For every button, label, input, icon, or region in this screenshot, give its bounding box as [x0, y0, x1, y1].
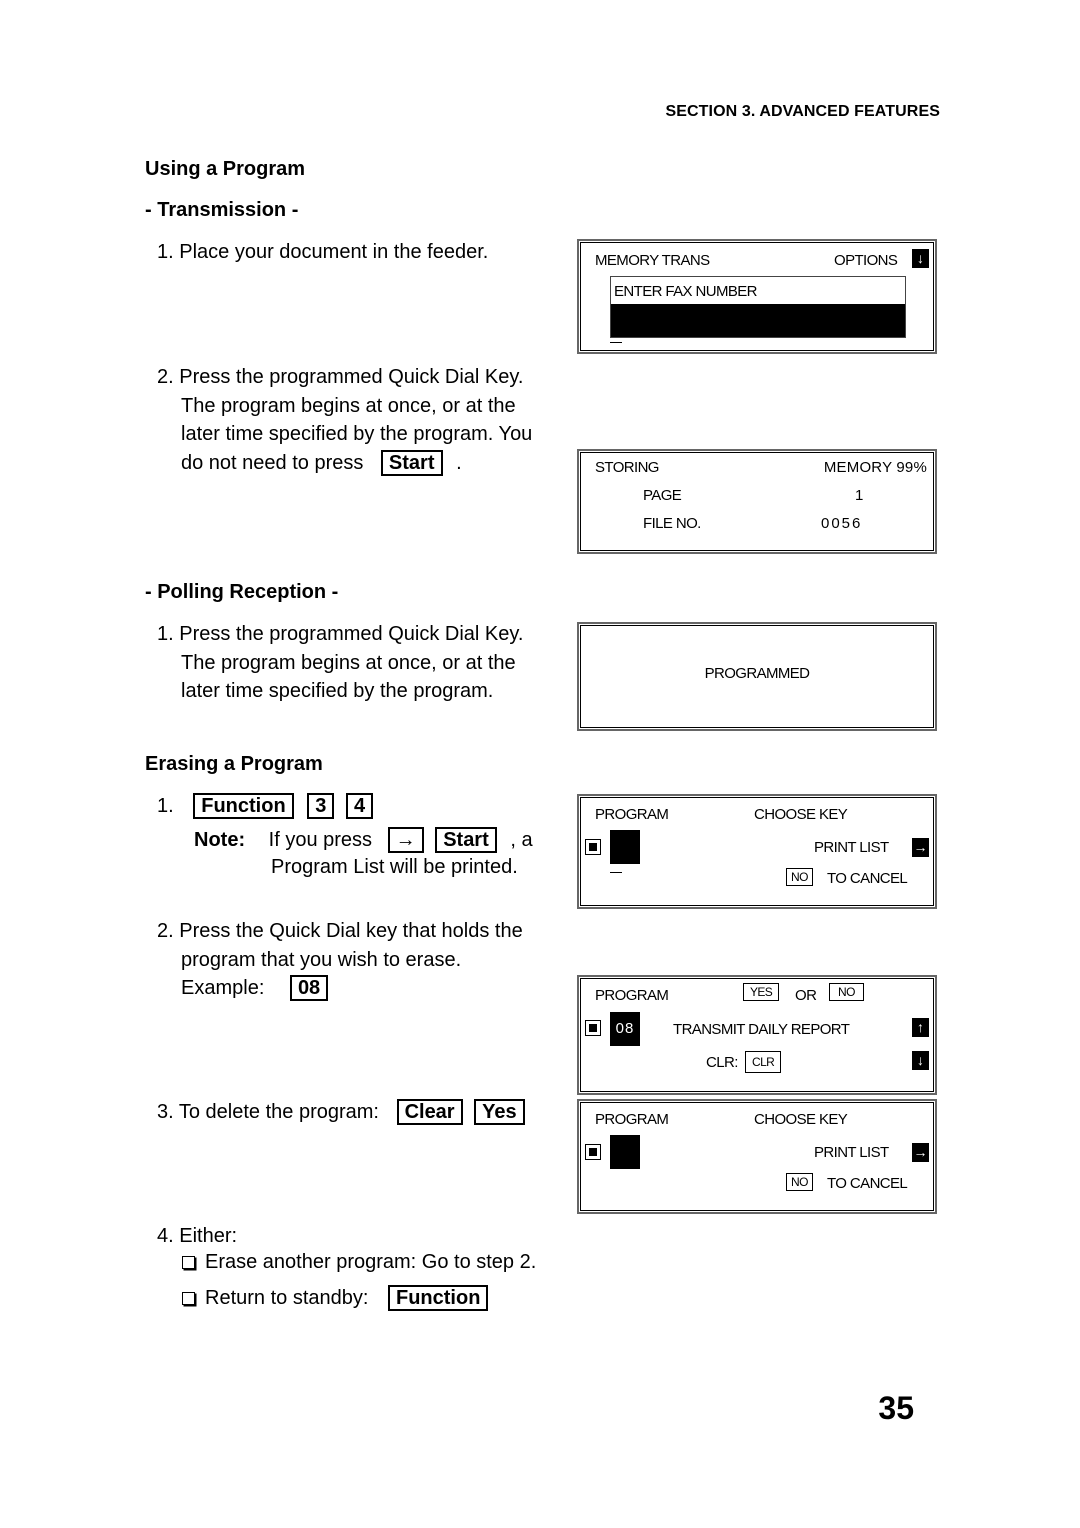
lcd-options: OPTIONS — [834, 252, 898, 269]
arrow-right-icon: → — [912, 1143, 929, 1162]
lcd-choose: CHOOSE KEY — [754, 806, 848, 823]
lcd-cursor — [610, 872, 622, 873]
page-number: 35 — [878, 1390, 914, 1426]
step-line: later time specified by the program. You — [181, 423, 533, 445]
arrow-down-icon: ↓ — [912, 249, 929, 268]
option-return-standby: Return to standby: Function — [182, 1284, 490, 1313]
lcd-program-number: 08 — [610, 1012, 640, 1046]
key-08: 08 — [289, 975, 329, 1001]
lcd-prompt: ENTER FAX NUMBER — [614, 283, 758, 300]
lcd-clr-label: CLR: — [706, 1054, 738, 1071]
selection-square-icon — [585, 839, 601, 855]
lcd-key-field — [610, 1135, 640, 1169]
transmission-step-1: 1. Place your document in the feeder. — [157, 241, 489, 263]
erasing-step-1: 1. Function 3 4 — [157, 792, 375, 821]
lcd-storing: STORING MEMORY 99% PAGE 1 FILE NO. 0056 — [577, 449, 937, 554]
arrow-right-icon: → — [912, 838, 929, 857]
section-header: SECTION 3. ADVANCED FEATURES — [665, 103, 940, 120]
step-line: 2. Press the Quick Dial key that holds t… — [157, 920, 523, 942]
heading-using-program: Using a Program — [145, 158, 306, 180]
step-text: 3. To delete the program: — [157, 1101, 379, 1123]
lcd-confirm-erase: PROGRAM YES OR NO 08 TRANSMIT DAILY REPO… — [577, 975, 937, 1095]
step-line: later time specified by the program. — [181, 680, 494, 702]
lcd-programmed: PROGRAMMED — [577, 622, 937, 731]
lcd-key-field — [610, 830, 640, 864]
lcd-page-value: 1 — [855, 487, 863, 504]
erasing-note: Note: If you press → Start , a — [194, 826, 533, 855]
transmission-step-2: 2. Press the programmed Quick Dial Key. … — [157, 363, 532, 477]
step-line: The program begins at once, or at the — [181, 394, 516, 417]
lcd-print-list: PRINT LIST — [814, 1144, 889, 1161]
note-label: Note: — [194, 829, 246, 851]
heading-transmission: - Transmission - — [145, 199, 299, 221]
lcd-input-field — [611, 304, 905, 337]
function-key: Function — [388, 1285, 489, 1311]
lcd-title: MEMORY TRANS — [595, 252, 710, 269]
heading-polling: - Polling Reception - — [145, 581, 339, 603]
option-text: Return to standby: — [205, 1287, 369, 1309]
lcd-choose-key-1: PROGRAM CHOOSE KEY PRINT LIST → NO TO CA… — [577, 794, 937, 909]
lcd-or: OR — [795, 987, 817, 1004]
selection-square-icon — [585, 1144, 601, 1160]
lcd-no-key: NO — [829, 983, 864, 1001]
lcd-no-key: NO — [786, 868, 813, 886]
lcd-program-name: TRANSMIT DAILY REPORT — [673, 1021, 850, 1038]
lcd-title: PROGRAM — [595, 987, 669, 1004]
key-3: 3 — [307, 793, 335, 819]
clear-key: Clear — [396, 1099, 463, 1125]
lcd-memory-trans: MEMORY TRANS OPTIONS ↓ ENTER FAX NUMBER — [577, 239, 937, 354]
arrow-down-icon: ↓ — [912, 1051, 929, 1070]
arrow-key: → — [387, 827, 424, 853]
step-line: 1. Press the programmed Quick Dial Key. — [157, 623, 524, 645]
option-erase-another: Erase another program: Go to step 2. — [182, 1248, 536, 1277]
polling-step-1: 1. Press the programmed Quick Dial Key. … — [157, 620, 523, 706]
lcd-clr-key: CLR — [745, 1051, 782, 1073]
checkbox-icon — [182, 1256, 195, 1269]
lcd-cursor — [610, 342, 622, 343]
lcd-page-label: PAGE — [643, 487, 682, 504]
lcd-title: STORING — [595, 459, 659, 476]
lcd-file-label: FILE NO. — [643, 515, 701, 532]
period: . — [456, 451, 462, 474]
lcd-title: PROGRAM — [595, 1111, 669, 1128]
lcd-input-box: ENTER FAX NUMBER — [610, 276, 906, 338]
lcd-cancel: TO CANCEL — [827, 1175, 908, 1192]
erasing-step-2: 2. Press the Quick Dial key that holds t… — [157, 917, 523, 1003]
note-text: If you press — [268, 829, 373, 851]
step-line: Example: 08 — [157, 974, 523, 1003]
option-text: Erase another program: Go to step 2. — [205, 1251, 537, 1273]
step-line: 2. Press the programmed Quick Dial Key. — [157, 366, 524, 388]
step-line: The program begins at once, or at the — [181, 651, 516, 674]
erasing-step-3: 3. To delete the program: Clear Yes — [157, 1098, 527, 1127]
lcd-print-list: PRINT LIST — [814, 839, 889, 856]
start-key: Start — [435, 827, 497, 853]
yes-key: Yes — [474, 1099, 525, 1125]
heading-erasing: Erasing a Program — [145, 753, 323, 775]
key-4: 4 — [345, 793, 374, 819]
arrow-up-icon: ↑ — [912, 1018, 929, 1037]
step-line: program that you wish to erase. — [181, 948, 462, 971]
selection-square-icon — [585, 1020, 601, 1036]
lcd-title: PROGRAM — [595, 806, 669, 823]
note-line-2: Program List will be printed. — [271, 856, 518, 878]
checkbox-icon — [182, 1292, 195, 1305]
example-label: Example: — [181, 977, 265, 999]
lcd-cancel: TO CANCEL — [827, 870, 908, 887]
lcd-memory: MEMORY 99% — [823, 459, 927, 476]
note-text: , a — [510, 829, 533, 851]
start-key: Start — [380, 449, 443, 476]
lcd-message: PROGRAMMED — [704, 665, 810, 682]
lcd-no-key: NO — [786, 1173, 813, 1191]
function-key: Function — [193, 793, 294, 819]
lcd-choose-key-2: PROGRAM CHOOSE KEY PRINT LIST → NO TO CA… — [577, 1099, 937, 1214]
lcd-file-value: 0056 — [821, 515, 863, 532]
step-text: do not need to press — [181, 451, 364, 474]
lcd-yes-key: YES — [743, 983, 780, 1001]
lcd-choose: CHOOSE KEY — [754, 1111, 848, 1128]
step-number: 1. — [157, 795, 174, 817]
step-line: do not need to press Start . — [157, 449, 532, 478]
erasing-step-4: 4. Either: — [157, 1225, 238, 1247]
